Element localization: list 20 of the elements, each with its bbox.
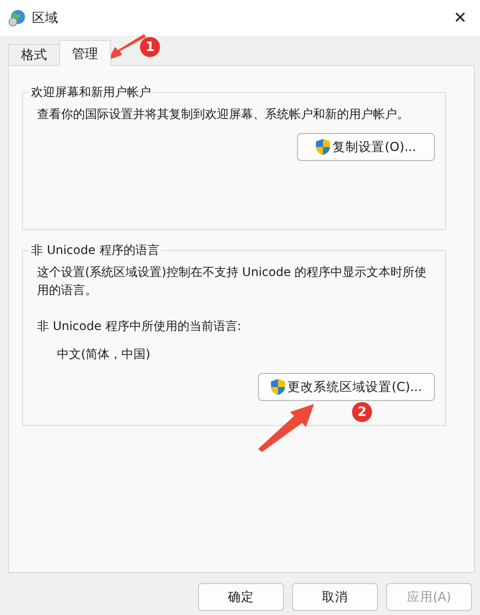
globe-icon — [8, 9, 26, 27]
description-text: 查看你的国际设置并将其复制到欢迎屏幕、系统帐户和新的用户帐户。 — [37, 106, 410, 123]
shield-icon — [270, 379, 285, 395]
admin-button[interactable]: 更改系统区域设置(C)... — [258, 373, 435, 401]
tab[interactable]: 管理 — [59, 40, 111, 66]
annotation-arrow — [108, 34, 148, 62]
group-title: 非 Unicode 程序的语言 — [30, 242, 160, 259]
dialog-button[interactable]: 取消 — [292, 583, 378, 611]
step-badge: 1 — [140, 37, 160, 57]
annotation-arrow — [258, 404, 314, 452]
shield-icon — [316, 139, 330, 155]
close-button[interactable]: ✕ — [440, 0, 480, 36]
dialog-button[interactable]: 确定 — [198, 583, 284, 611]
admin-button[interactable]: 复制设置(O)... — [297, 133, 435, 161]
tab[interactable]: 格式 — [8, 44, 60, 66]
field-label: 非 Unicode 程序中所使用的当前语言: — [37, 318, 242, 335]
window-title: 区域 — [32, 10, 59, 27]
group-title: 欢迎屏幕和新用户帐户 — [30, 84, 152, 101]
description-text: 这个设置(系统区域设置)控制在不支持 Unicode 的程序中显示文本时所使用的语言。 — [37, 264, 428, 299]
language-value: 中文(简体，中国) — [56, 346, 152, 363]
